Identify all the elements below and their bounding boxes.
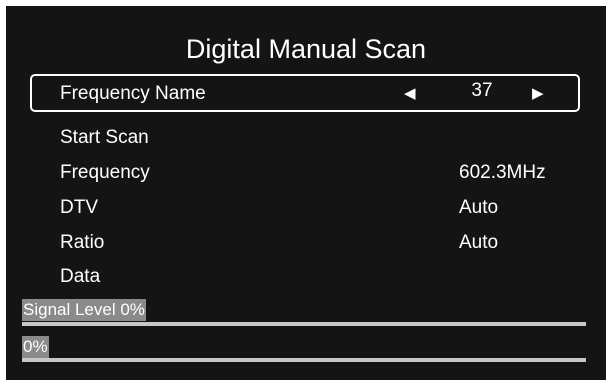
ratio-value: Auto xyxy=(459,232,499,253)
tv-menu-screen: Digital Manual Scan Frequency Name ◀ 37 … xyxy=(6,6,606,380)
right-arrow-icon[interactable]: ▶ xyxy=(532,83,544,105)
menu-item-data[interactable]: Data xyxy=(60,266,100,288)
menu-item-ratio[interactable]: Ratio xyxy=(60,232,104,254)
menu-title: Digital Manual Scan xyxy=(185,34,427,64)
frequency-name-label: Frequency Name xyxy=(60,83,206,104)
signal-level-bar xyxy=(22,322,586,326)
menu-item-start-scan[interactable]: Start Scan xyxy=(60,127,149,149)
frequency-name-value: 37 xyxy=(471,80,493,101)
progress-label: 0% xyxy=(22,336,49,358)
signal-level-label: Signal Level 0% xyxy=(22,299,146,321)
frequency-name-selector[interactable]: Frequency Name ◀ 37 ▶ xyxy=(30,74,580,112)
frequency-value: 602.3MHz xyxy=(459,162,546,183)
dtv-value: Auto xyxy=(459,197,499,218)
left-arrow-icon[interactable]: ◀ xyxy=(404,83,416,105)
menu-item-frequency[interactable]: Frequency xyxy=(60,162,150,184)
progress-bar xyxy=(22,358,586,362)
menu-item-dtv[interactable]: DTV xyxy=(60,197,98,219)
